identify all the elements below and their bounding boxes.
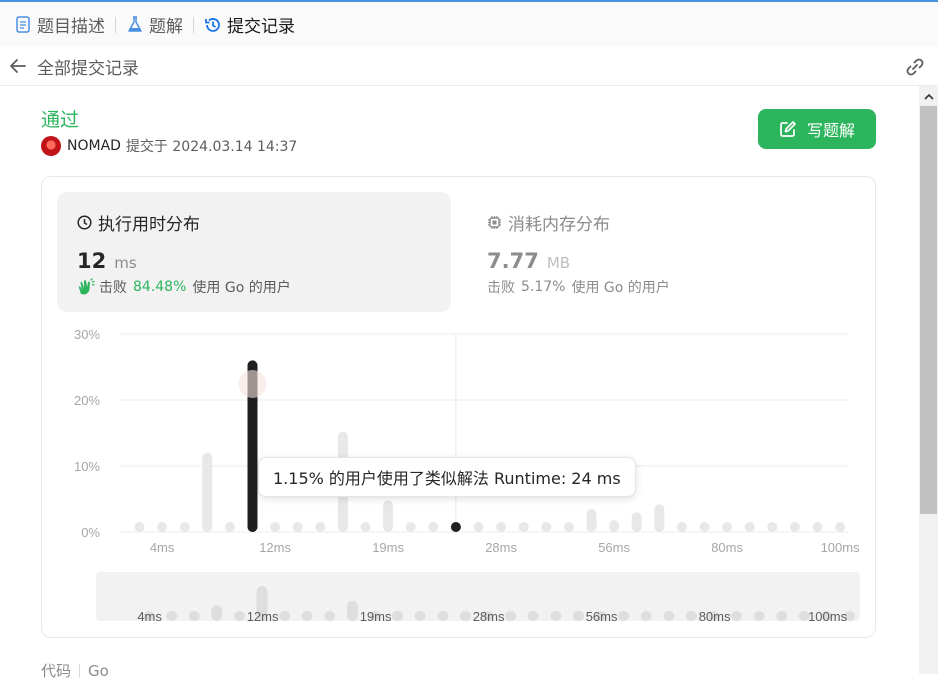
chart-bar (157, 522, 168, 532)
y-tick-label: 10% (74, 459, 100, 474)
overview-bar (211, 605, 223, 621)
chart-bar (789, 522, 800, 532)
overview-bar (301, 611, 313, 621)
chart-bar (224, 522, 235, 532)
chart-bar (744, 522, 755, 532)
user-avatar-marker (238, 370, 267, 398)
chart-bar (270, 522, 281, 532)
chart-bar (541, 522, 552, 532)
chart-bar (835, 522, 846, 532)
code-language[interactable]: Go (88, 662, 109, 680)
chart-bar (812, 522, 823, 532)
chart-bar (767, 522, 778, 532)
x-tick-label: 4ms (150, 540, 175, 555)
chart-bar (202, 452, 213, 532)
code-section-header: 代码 Go (41, 660, 109, 681)
overview-bar (753, 611, 765, 621)
overview-bar (527, 611, 539, 621)
overview-bar (414, 611, 426, 621)
overview-bar (505, 611, 517, 621)
chart-bar (179, 522, 190, 532)
chart-bar (383, 500, 394, 532)
chart-bar (654, 504, 665, 532)
overview-tick-label: 4ms (137, 609, 162, 624)
y-tick-label: 0% (81, 525, 100, 540)
chart-bar (518, 522, 529, 532)
x-tick-label: 12ms (259, 540, 291, 555)
chart-tooltip: 1.15% 的用户使用了类似解法 Runtime: 24 ms (258, 457, 636, 497)
overview-bar (346, 600, 358, 621)
overview-tick-label: 56ms (586, 609, 618, 624)
chart-bar (676, 522, 687, 532)
chart-bar (631, 512, 642, 532)
overview-tick-label: 100ms (808, 609, 848, 624)
chart-bar (405, 522, 416, 532)
overview-bar (640, 611, 652, 621)
chart-bar (496, 522, 507, 532)
overview-tick-label: 28ms (473, 609, 505, 624)
chart-bar (292, 522, 303, 532)
x-tick-label: 100ms (821, 540, 861, 555)
x-tick-label: 56ms (598, 540, 630, 555)
y-tick-label: 20% (74, 393, 100, 408)
chart-bar (609, 520, 620, 532)
overview-bar (663, 611, 675, 621)
overview-bar (437, 611, 449, 621)
overview-tick-label: 19ms (360, 609, 392, 624)
overview-bar (618, 611, 630, 621)
chart-bar (315, 522, 326, 532)
code-label: 代码 (41, 662, 72, 680)
overview-bar (731, 611, 743, 621)
overview-bar (188, 611, 200, 621)
chart-bar (450, 522, 461, 532)
y-tick-label: 30% (74, 327, 100, 342)
overview-bar (166, 611, 178, 621)
chart-bar (699, 522, 710, 532)
overview-bar (550, 611, 562, 621)
overview-bar (572, 611, 584, 621)
overview-tick-label: 12ms (247, 609, 279, 624)
x-tick-label: 80ms (711, 540, 743, 555)
overview-bar (392, 611, 404, 621)
overview-bar (459, 611, 471, 621)
overview-bar (279, 611, 291, 621)
chart-bar (428, 522, 439, 532)
chart-bar (473, 522, 484, 532)
overview-tick-label: 80ms (699, 609, 731, 624)
chart-bar (586, 508, 597, 532)
overview-bar (685, 611, 697, 621)
overview-bar (324, 611, 336, 621)
x-tick-label: 28ms (485, 540, 517, 555)
chart-bar (722, 522, 733, 532)
chart-bar (563, 522, 574, 532)
overview-bar (776, 611, 788, 621)
chart-bar (360, 522, 371, 532)
x-tick-label: 19ms (372, 540, 404, 555)
code-separator (79, 663, 81, 678)
runtime-distribution-chart: 30% 20% 10% 0% 4ms 12ms 19ms 28ms 56ms 80ms 100ms 4… (74, 327, 861, 624)
chart-bar (134, 522, 145, 532)
overview-bar (233, 611, 245, 621)
